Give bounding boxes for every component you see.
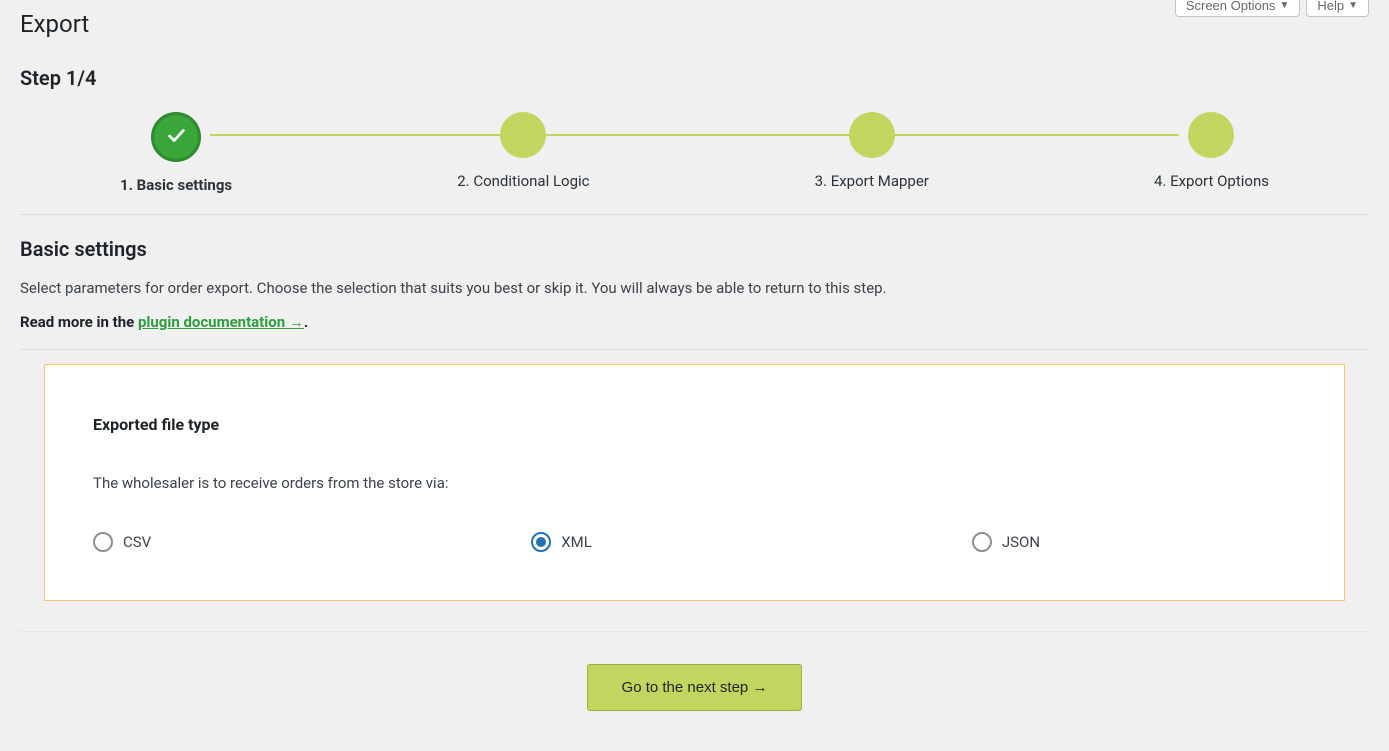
step-label: 1. Basic settings <box>120 176 232 194</box>
doc-suffix: . <box>304 313 308 331</box>
doc-link[interactable]: plugin documentation → <box>138 313 304 331</box>
stepper: 1. Basic settings 2. Conditional Logic 3… <box>20 112 1369 194</box>
file-type-radio-group: CSV XML JSON <box>93 532 1296 552</box>
caret-down-icon: ▼ <box>1348 1 1358 11</box>
section-description: Select parameters for order export. Choo… <box>20 279 1369 297</box>
radio-json[interactable]: JSON <box>972 532 1040 552</box>
panel-subtext: The wholesaler is to receive orders from… <box>93 474 1296 492</box>
step-circle <box>849 112 895 158</box>
check-icon <box>165 124 187 150</box>
step-basic-settings[interactable]: 1. Basic settings <box>120 112 232 194</box>
panel-heading: Exported file type <box>93 415 1296 434</box>
step-label: 2. Conditional Logic <box>457 172 589 190</box>
step-conditional-logic[interactable]: 2. Conditional Logic <box>457 112 589 190</box>
step-export-mapper[interactable]: 3. Export Mapper <box>815 112 929 190</box>
step-export-options[interactable]: 4. Export Options <box>1154 112 1269 190</box>
radio-label: JSON <box>1002 533 1040 551</box>
step-label: 4. Export Options <box>1154 172 1269 190</box>
stepper-line <box>210 134 1179 136</box>
step-circle <box>1188 112 1234 158</box>
settings-panel: Exported file type The wholesaler is to … <box>44 364 1345 601</box>
screen-options-button[interactable]: Screen Options ▼ <box>1175 0 1301 17</box>
doc-prefix: Read more in the <box>20 313 138 331</box>
step-label: 3. Export Mapper <box>815 172 929 190</box>
next-step-button[interactable]: Go to the next step → <box>587 664 803 711</box>
page-title: Export <box>20 10 1369 38</box>
radio-label: CSV <box>123 533 151 551</box>
step-heading: Step 1/4 <box>20 66 1369 90</box>
step-circle <box>151 112 201 162</box>
screen-options-label: Screen Options <box>1186 0 1276 12</box>
radio-icon <box>531 532 551 552</box>
step-circle <box>500 112 546 158</box>
caret-down-icon: ▼ <box>1279 1 1289 11</box>
help-button[interactable]: Help ▼ <box>1306 0 1369 17</box>
panel-top-border <box>20 349 1369 350</box>
divider <box>20 214 1369 215</box>
radio-xml[interactable]: XML <box>531 532 592 552</box>
help-label: Help <box>1317 0 1344 12</box>
radio-label: XML <box>561 533 592 551</box>
section-title: Basic settings <box>20 237 1369 261</box>
radio-icon <box>93 532 113 552</box>
radio-icon <box>972 532 992 552</box>
action-row: Go to the next step → <box>20 631 1369 711</box>
radio-csv[interactable]: CSV <box>93 532 151 552</box>
doc-line: Read more in the plugin documentation →. <box>20 313 1369 331</box>
